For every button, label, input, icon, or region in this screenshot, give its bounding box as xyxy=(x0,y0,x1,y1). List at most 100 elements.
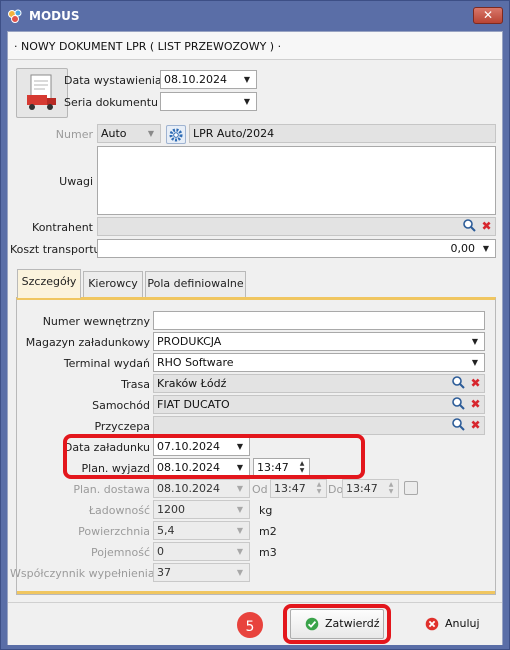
chevron-down-icon[interactable]: ▼ xyxy=(469,333,481,350)
date-issued-value: 08.10.2024 xyxy=(164,73,227,86)
window-title: MODUS xyxy=(29,9,80,23)
search-icon[interactable] xyxy=(449,396,466,413)
route-value: Kraków Łódź xyxy=(157,377,227,390)
to-label: Do xyxy=(328,483,344,496)
number-value: LPR Auto/2024 xyxy=(193,127,275,140)
warehouse-value: PRODUKCJA xyxy=(157,335,222,348)
search-icon[interactable] xyxy=(449,375,466,392)
modus-app-icon xyxy=(8,9,22,23)
confirm-button[interactable]: Zatwierdź xyxy=(290,609,384,639)
transport-cost-field[interactable]: 0,00 ▼ xyxy=(97,239,496,258)
capacity-value: 1200 xyxy=(157,503,185,516)
close-icon: ✕ xyxy=(482,8,494,22)
terminal-value: RHO Software xyxy=(157,356,234,369)
delete-x-icon[interactable]: ✖ xyxy=(478,218,495,235)
time-spinner-icon[interactable]: ▲ ▼ xyxy=(386,481,396,496)
area-value: 5,4 xyxy=(157,524,175,537)
chevron-down-icon[interactable]: ▼ xyxy=(241,93,253,110)
chevron-down-icon[interactable]: ▼ xyxy=(480,240,492,257)
document-truck-icon xyxy=(27,74,56,110)
delivery-window-checkbox[interactable] xyxy=(404,481,418,495)
chevron-down-icon[interactable]: ▼ xyxy=(145,125,157,142)
number-value-field: LPR Auto/2024 xyxy=(189,124,496,143)
terminal-label: Terminal wydań xyxy=(63,357,150,370)
from-time-value: 13:47 xyxy=(274,482,306,495)
tab-details[interactable]: Szczegóły xyxy=(17,269,81,298)
gear-icon xyxy=(169,128,183,142)
contractor-label: Kontrahent xyxy=(32,221,93,234)
fill-factor-label: Współczynnik wypełnienia xyxy=(10,567,155,580)
app-window: MODUS ✕ · NOWY DOKUMENT LPR ( LIST PRZEW… xyxy=(0,0,510,650)
chevron-down-icon[interactable]: ▼ xyxy=(234,501,246,518)
from-label: Od xyxy=(252,483,268,496)
cancel-icon xyxy=(425,617,439,631)
chevron-down-icon[interactable]: ▼ xyxy=(234,543,246,560)
chevron-down-icon[interactable]: ▼ xyxy=(234,522,246,539)
trailer-label: Przyczepa xyxy=(94,420,150,433)
delete-x-icon[interactable]: ✖ xyxy=(467,417,484,434)
series-select[interactable]: ▼ xyxy=(160,92,257,111)
highlight-frame xyxy=(63,434,365,479)
vehicle-value: FIAT DUCATO xyxy=(157,398,230,411)
terminal-select[interactable]: RHO Software ▼ xyxy=(153,353,485,372)
time-spinner-icon[interactable]: ▲ ▼ xyxy=(314,481,324,496)
search-icon[interactable] xyxy=(449,417,466,434)
date-issued-label: Data wystawienia xyxy=(64,74,162,87)
document-truck-icon-button[interactable] xyxy=(16,68,68,118)
title-bar[interactable]: MODUS ✕ xyxy=(1,1,509,31)
number-mode-select[interactable]: Auto ▼ xyxy=(97,124,161,143)
area-unit: m2 xyxy=(259,525,277,538)
series-label: Seria dokumentu xyxy=(64,96,159,109)
planned-delivery-date-field[interactable]: 08.10.2024 ▼ xyxy=(153,479,250,498)
step-badge: 5 xyxy=(235,610,265,640)
volume-field[interactable]: 0 ▼ xyxy=(153,542,250,561)
route-label: Trasa xyxy=(121,378,150,391)
check-icon xyxy=(305,617,319,631)
planned-delivery-date-value: 08.10.2024 xyxy=(157,482,220,495)
search-icon[interactable] xyxy=(460,218,477,235)
to-time-field[interactable]: 13:47 ▲ ▼ xyxy=(342,479,399,498)
tab-custom-fields[interactable]: Pola definiowalne xyxy=(145,271,246,297)
document-header: · NOWY DOKUMENT LPR ( LIST PRZEWOZOWY ) … xyxy=(8,32,502,60)
fill-factor-field[interactable]: 37 ▼ xyxy=(153,563,250,582)
notes-label: Uwagi xyxy=(59,175,93,188)
trailer-field[interactable]: ✖ xyxy=(153,416,485,435)
capacity-unit: kg xyxy=(259,504,273,517)
chevron-down-icon[interactable]: ▼ xyxy=(469,354,481,371)
tab-drivers[interactable]: Kierowcy xyxy=(83,271,143,297)
volume-unit: m3 xyxy=(259,546,277,559)
capacity-label: Ładowność xyxy=(88,504,150,517)
vehicle-field[interactable]: FIAT DUCATO ✖ xyxy=(153,395,485,414)
document-type-title: · NOWY DOKUMENT LPR ( LIST PRZEWOZOWY ) … xyxy=(14,40,282,53)
chevron-down-icon[interactable]: ▼ xyxy=(234,480,246,497)
cancel-label: Anuluj xyxy=(445,617,480,630)
area-field[interactable]: 5,4 ▼ xyxy=(153,521,250,540)
date-issued-field[interactable]: 08.10.2024 ▼ xyxy=(160,70,257,89)
fill-factor-value: 37 xyxy=(157,566,171,579)
warehouse-label: Magazyn załadunkowy xyxy=(25,336,150,349)
warehouse-select[interactable]: PRODUKCJA ▼ xyxy=(153,332,485,351)
chevron-down-icon[interactable]: ▼ xyxy=(241,71,253,88)
volume-value: 0 xyxy=(157,545,164,558)
delete-x-icon[interactable]: ✖ xyxy=(467,375,484,392)
cancel-button[interactable]: Anuluj xyxy=(410,609,492,639)
volume-label: Pojemność xyxy=(91,546,150,559)
number-settings-button[interactable] xyxy=(166,125,186,144)
notes-textarea[interactable] xyxy=(97,146,496,215)
capacity-field[interactable]: 1200 ▼ xyxy=(153,500,250,519)
panel-accent-bar xyxy=(17,591,495,594)
internal-number-field[interactable] xyxy=(153,311,485,330)
tab-custom-fields-label: Pola definiowalne xyxy=(147,277,244,290)
from-time-field[interactable]: 13:47 ▲ ▼ xyxy=(270,479,327,498)
internal-number-label: Numer wewnętrzny xyxy=(42,315,150,328)
number-mode-value: Auto xyxy=(101,127,127,140)
close-button[interactable]: ✕ xyxy=(473,7,503,24)
chevron-down-icon[interactable]: ▼ xyxy=(234,564,246,581)
confirm-label: Zatwierdź xyxy=(325,617,380,630)
vehicle-label: Samochód xyxy=(92,399,150,412)
tab-details-label: Szczegóły xyxy=(21,275,77,288)
route-field[interactable]: Kraków Łódź ✖ xyxy=(153,374,485,393)
contractor-field[interactable]: ✖ xyxy=(97,217,496,236)
number-label: Numer xyxy=(55,128,93,141)
delete-x-icon[interactable]: ✖ xyxy=(467,396,484,413)
